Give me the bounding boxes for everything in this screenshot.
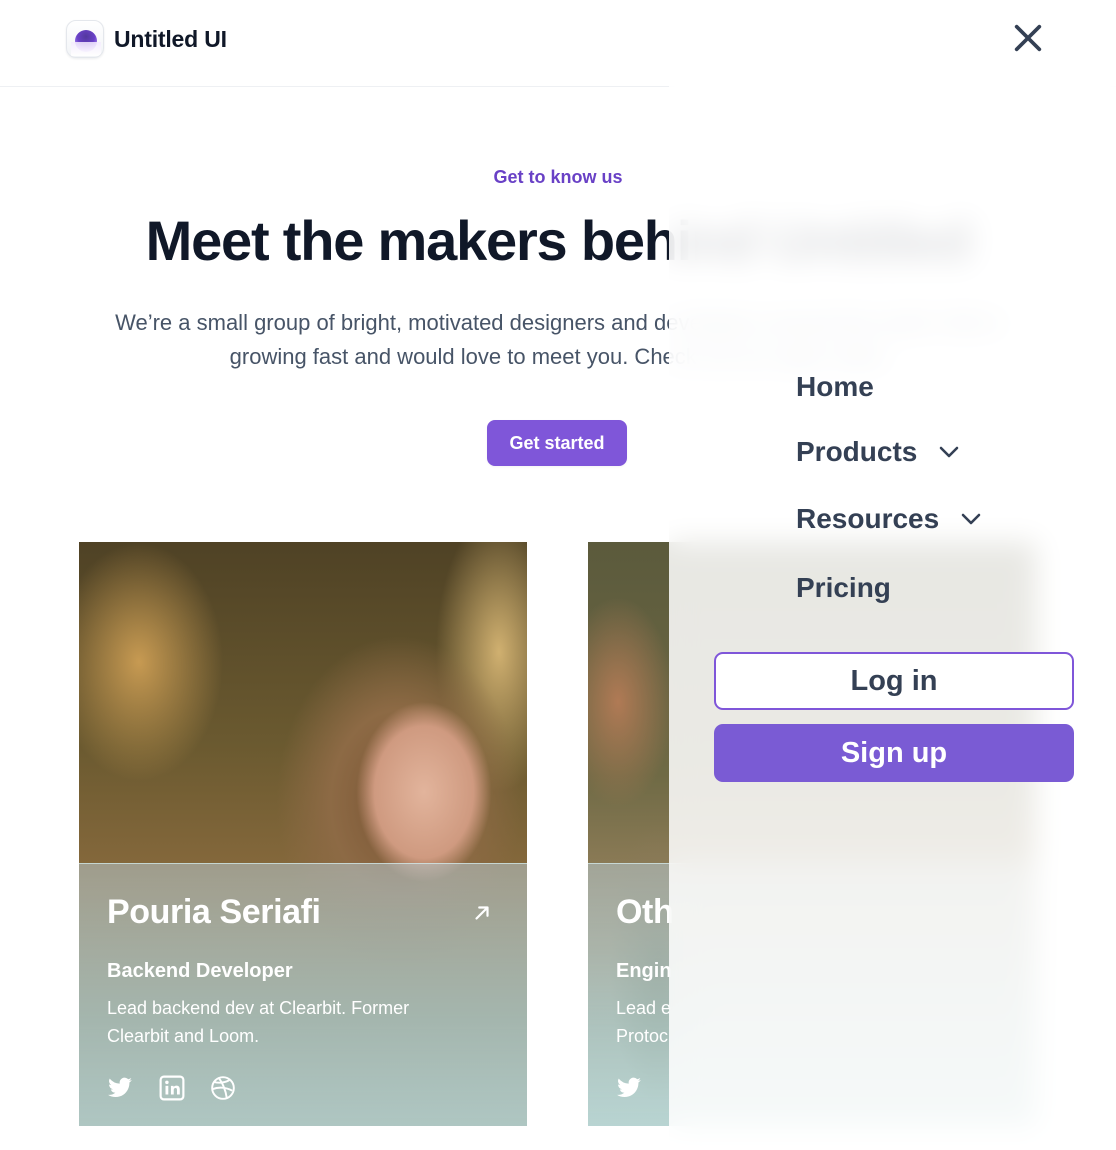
brand-name[interactable]: Untitled UI: [114, 26, 227, 53]
close-icon: [1014, 24, 1042, 52]
team-member-name: Oth: [616, 893, 674, 931]
chevron-down-icon: [961, 513, 981, 525]
team-card[interactable]: Pouria Seriafi Backend Developer Lead ba…: [79, 542, 527, 1126]
get-started-button[interactable]: Get started: [487, 420, 627, 466]
close-menu-button[interactable]: [1008, 18, 1048, 58]
twitter-icon[interactable]: [616, 1075, 642, 1101]
nav-item-pricing[interactable]: Pricing: [796, 572, 891, 604]
arrow-up-right-icon[interactable]: [471, 902, 493, 924]
nav-item-resources[interactable]: Resources: [796, 503, 983, 535]
nav-item-label: Pricing: [796, 572, 891, 603]
team-member-role: Engin: [616, 960, 672, 982]
dribbble-icon[interactable]: [210, 1075, 236, 1101]
mobile-menu-panel: [669, 0, 1116, 1150]
nav-item-label: Resources: [796, 503, 940, 534]
twitter-icon[interactable]: [107, 1075, 133, 1101]
team-member-name: Pouria Seriafi: [107, 893, 321, 931]
sign-up-button[interactable]: Sign up: [714, 724, 1074, 782]
linkedin-icon[interactable]: [159, 1075, 185, 1101]
nav-item-label: Products: [796, 436, 918, 467]
log-in-button[interactable]: Log in: [714, 652, 1074, 710]
chevron-down-icon: [940, 446, 959, 458]
nav-item-products[interactable]: Products: [796, 436, 961, 468]
nav-item-home[interactable]: Home: [796, 371, 874, 403]
team-member-role: Backend Developer: [107, 960, 293, 982]
nav-item-label: Home: [796, 371, 874, 402]
team-member-bio: Lead backend dev at Clearbit. Former Cle…: [107, 998, 410, 1046]
untitled-ui-logo-icon[interactable]: [66, 20, 104, 58]
